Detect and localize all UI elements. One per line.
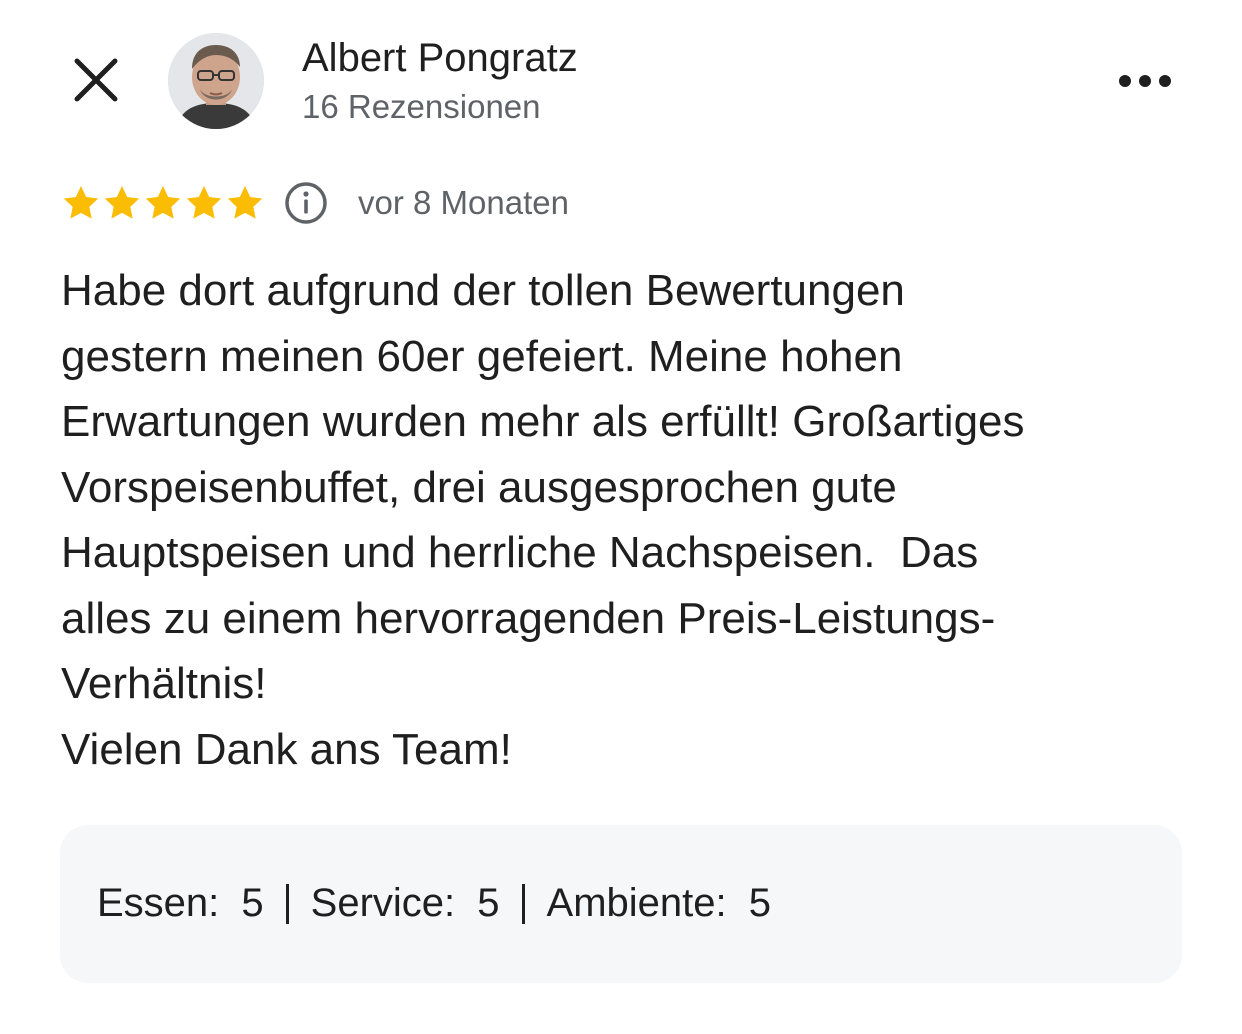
review-date: vor 8 Monaten — [358, 184, 569, 221]
star-icon — [63, 186, 99, 219]
review-line: Verhältnis! — [61, 659, 267, 708]
info-button[interactable] — [284, 181, 328, 225]
rating-ambience-value: 5 — [748, 881, 772, 925]
separator — [521, 883, 525, 924]
review-count: 16 Rezensionen — [302, 88, 541, 125]
review-text: Habe dort aufgrund der tollen Bewertunge… — [61, 258, 1181, 782]
review-line: Hauptspeisen und herrliche Nachspeisen. … — [61, 528, 979, 577]
review-card: Albert Pongratz 16 Rezensionen vor 8 Mon… — [0, 0, 1242, 1034]
more-horizontal-icon — [1119, 75, 1171, 87]
avatar-image — [168, 33, 264, 129]
star-icon — [104, 186, 140, 219]
star-icon — [145, 186, 181, 219]
review-line: Vorspeisenbuffet, drei ausgesprochen gut… — [61, 462, 897, 512]
review-line: gestern meinen 60er gefeiert. Meine hohe… — [61, 331, 903, 381]
rating-food-label: Essen: — [97, 881, 220, 925]
close-icon — [74, 58, 118, 102]
star-icon — [227, 186, 263, 219]
more-options-button[interactable] — [1108, 56, 1182, 106]
close-button[interactable] — [66, 50, 126, 110]
sub-ratings-box: Essen: 5 Service: 5 Ambiente: 5 — [60, 825, 1182, 983]
star-icon — [186, 186, 222, 219]
review-line: alles zu einem hervorragenden Preis-Leis… — [61, 593, 996, 643]
rating-service-value: 5 — [477, 881, 500, 925]
rating-service: Service: 5 — [311, 881, 500, 926]
reviewer-name[interactable]: Albert Pongratz — [302, 36, 578, 81]
rating-service-label: Service: — [310, 881, 456, 925]
sub-ratings: Essen: 5 Service: 5 Ambiente: 5 — [97, 881, 771, 926]
info-icon — [285, 182, 327, 224]
rating-food: Essen: 5 — [97, 881, 264, 926]
review-line: Habe dort aufgrund der tollen Bewertunge… — [61, 266, 905, 315]
rating-ambience: Ambiente: 5 — [547, 881, 771, 926]
review-line: Erwartungen wurden mehr als erfüllt! Gro… — [61, 397, 1025, 446]
avatar[interactable] — [168, 33, 264, 129]
star-rating — [61, 183, 265, 223]
rating-ambience-label: Ambiente: — [546, 881, 727, 925]
review-line: Vielen Dank ans Team! — [61, 724, 512, 774]
separator — [285, 883, 289, 924]
rating-food-value: 5 — [241, 881, 264, 925]
